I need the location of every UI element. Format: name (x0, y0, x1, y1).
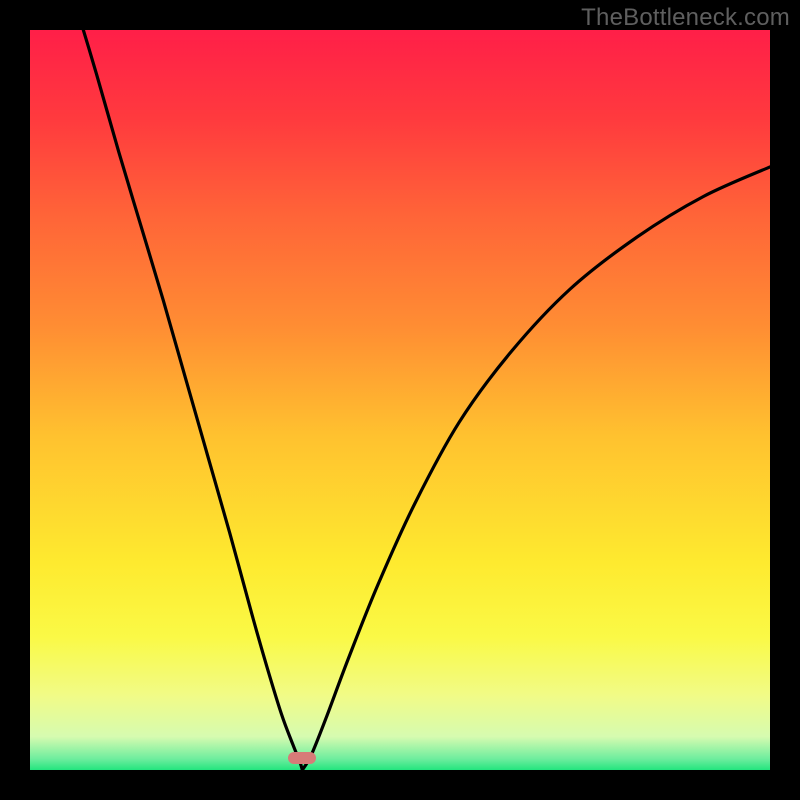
watermark-text: TheBottleneck.com (581, 4, 790, 32)
plot-svg (30, 30, 770, 770)
vertex-marker (288, 752, 316, 764)
gradient-background (30, 30, 770, 770)
chart-frame: TheBottleneck.com (0, 0, 800, 800)
plot-area (30, 30, 770, 770)
